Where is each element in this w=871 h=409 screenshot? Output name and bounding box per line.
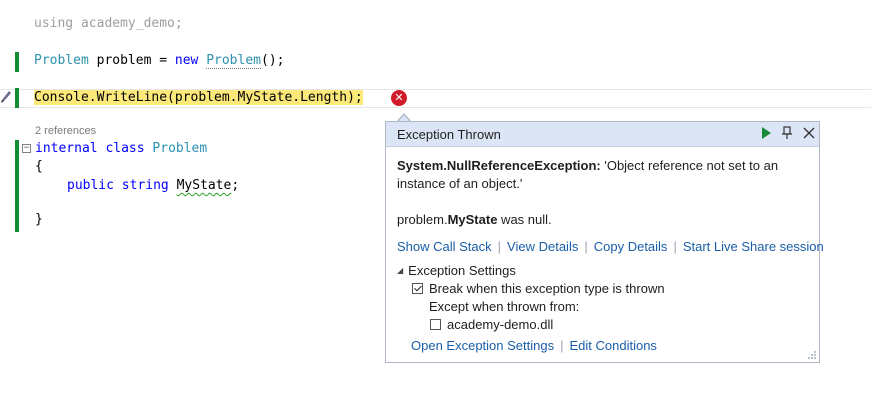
variable-text: problem = bbox=[88, 53, 175, 68]
change-indicator-bar bbox=[15, 52, 19, 72]
pin-icon[interactable] bbox=[779, 125, 795, 141]
code-line-open-brace[interactable]: { bbox=[35, 158, 43, 176]
edit-conditions-link[interactable]: Edit Conditions bbox=[569, 338, 656, 353]
close-brace: } bbox=[35, 212, 43, 227]
copy-details-link[interactable]: Copy Details bbox=[594, 239, 668, 254]
null-suffix: was null. bbox=[497, 212, 552, 227]
link-separator: | bbox=[560, 338, 564, 353]
footer-links: Open Exception Settings | Edit Conditions bbox=[411, 338, 657, 353]
class-keyword: class bbox=[105, 141, 145, 156]
continue-play-icon[interactable] bbox=[758, 125, 774, 141]
exception-message: System.NullReferenceException: 'Object r… bbox=[397, 157, 809, 229]
using-namespace: academy_demo; bbox=[80, 16, 183, 31]
break-when-thrown-checkbox-row[interactable]: Break when this exception type is thrown bbox=[412, 281, 665, 296]
using-keyword: using bbox=[34, 16, 74, 31]
class-name: Problem bbox=[152, 141, 208, 156]
null-prefix: problem. bbox=[397, 212, 448, 227]
module-checkbox[interactable] bbox=[430, 319, 441, 330]
statement-end: (); bbox=[261, 53, 285, 68]
class-modifier: internal bbox=[35, 141, 98, 156]
module-checkbox-row[interactable]: academy-demo.dll bbox=[430, 317, 553, 332]
error-circle-icon[interactable]: ✕ bbox=[391, 90, 407, 106]
codelens-references[interactable]: 2 references bbox=[35, 125, 96, 137]
field-end: ; bbox=[231, 178, 240, 193]
field-modifier: public bbox=[67, 178, 114, 193]
exception-type: System.NullReferenceException: bbox=[397, 158, 601, 173]
exception-helper-popup[interactable]: Exception Thrown System.NullReferenceExc… bbox=[385, 121, 824, 363]
link-separator: | bbox=[497, 239, 502, 254]
change-indicator-bar bbox=[15, 88, 19, 108]
close-icon[interactable] bbox=[801, 125, 817, 141]
type-name: Problem bbox=[34, 53, 89, 68]
view-details-link[interactable]: View Details bbox=[507, 239, 578, 254]
popup-title: Exception Thrown bbox=[397, 127, 501, 142]
module-label: academy-demo.dll bbox=[447, 317, 554, 332]
collapse-triangle-icon: ◢ bbox=[397, 266, 404, 275]
resize-grip-icon[interactable] bbox=[807, 350, 817, 360]
except-when-label: Except when thrown from: bbox=[429, 299, 580, 314]
exception-settings-toggle[interactable]: ◢ Exception Settings bbox=[397, 263, 516, 278]
break-when-thrown-checkbox[interactable] bbox=[412, 283, 423, 294]
code-line-declaration[interactable]: Problem problem = new Problem(); bbox=[34, 52, 284, 70]
link-separator: | bbox=[673, 239, 677, 254]
edit-pen-icon[interactable] bbox=[0, 89, 12, 105]
collapse-toggle[interactable]: − bbox=[22, 144, 31, 153]
new-keyword: new bbox=[174, 53, 199, 68]
null-info: problem.MyState was null. bbox=[397, 211, 809, 229]
field-type: string bbox=[121, 178, 169, 193]
change-indicator-bar bbox=[15, 140, 19, 232]
current-statement: Console.WriteLine(problem.MyState.Length… bbox=[34, 90, 363, 105]
field-name: MyState bbox=[176, 178, 232, 193]
code-line-field[interactable]: public string MyState; bbox=[67, 177, 239, 195]
open-brace: { bbox=[35, 159, 43, 174]
null-member: MyState bbox=[447, 212, 498, 227]
link-separator: | bbox=[584, 239, 588, 254]
action-links: Show Call Stack | View Details | Copy Detail… bbox=[397, 239, 824, 254]
popup-header: Exception Thrown bbox=[386, 122, 819, 147]
code-line-close-brace[interactable]: } bbox=[35, 211, 43, 229]
open-exception-settings-link[interactable]: Open Exception Settings bbox=[411, 338, 554, 353]
constructor-name: Problem bbox=[206, 53, 261, 69]
show-call-stack-link[interactable]: Show Call Stack bbox=[397, 239, 492, 254]
code-line-class[interactable]: internal class Problem bbox=[35, 140, 207, 158]
code-line-exception[interactable]: Console.WriteLine(problem.MyState.Length… bbox=[34, 89, 363, 107]
start-live-share-link[interactable]: Start Live Share session bbox=[683, 239, 824, 254]
exception-settings-label: Exception Settings bbox=[408, 263, 516, 278]
break-when-thrown-label: Break when this exception type is thrown bbox=[429, 281, 665, 296]
code-line-using[interactable]: using academy_demo; bbox=[34, 15, 183, 33]
